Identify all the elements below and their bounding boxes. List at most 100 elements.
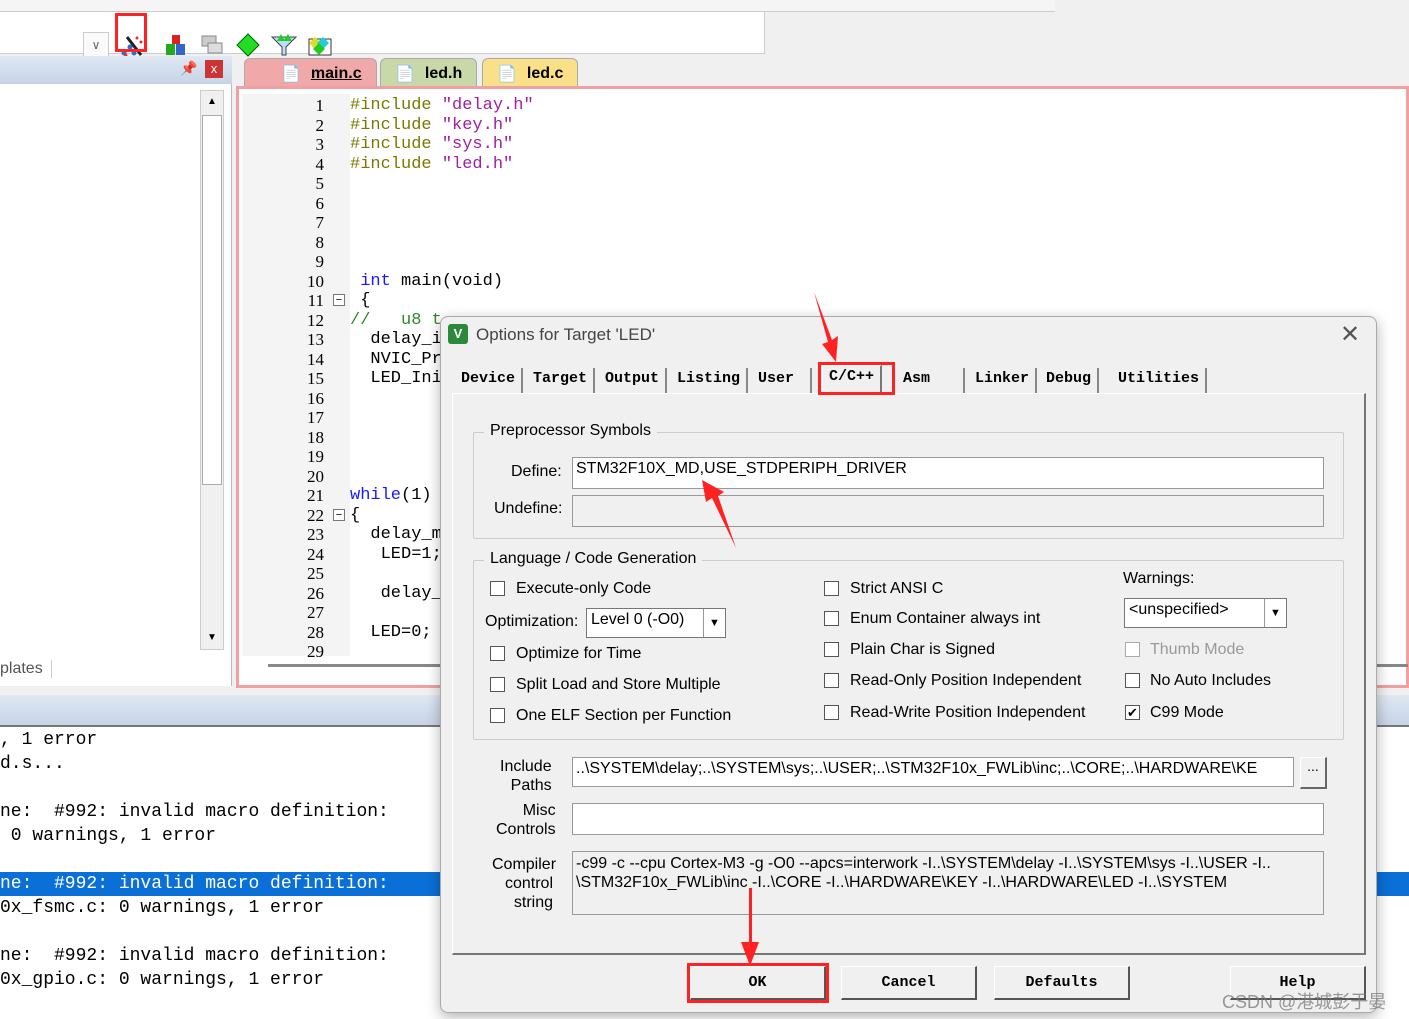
pack-installer-icon[interactable] <box>235 32 261 58</box>
tab-asm[interactable]: Asm <box>897 368 965 393</box>
watermark: CSDN @港城彭于晏 <box>1222 992 1387 1012</box>
project-scrollbar[interactable]: ▲ ▼ <box>200 90 224 650</box>
plain-char-checkbox[interactable] <box>824 642 839 657</box>
event-recorder-icon[interactable] <box>307 32 333 58</box>
line-number: 23 <box>307 525 324 544</box>
code-line: // u8 t <box>350 311 442 331</box>
code-token: int <box>350 271 391 291</box>
tab-utilities[interactable]: Utilities <box>1112 368 1208 393</box>
rwpi-label: Read-Write Position Independent <box>850 704 1086 721</box>
code-token: while <box>350 486 402 505</box>
close-icon[interactable]: ✕ <box>1340 320 1360 349</box>
code-line: { <box>350 506 360 526</box>
code-token: { <box>350 505 361 525</box>
code-line: NVIC_Pr <box>350 349 442 370</box>
file-tab-led-h[interactable]: 📄 led.h <box>380 58 478 88</box>
tab-user[interactable]: User <box>752 368 812 393</box>
code-line: #include "key.h" <box>350 116 513 136</box>
optimization-select[interactable]: Level 0 (-O0) ▼ <box>586 608 726 638</box>
annotation-arrow-icon <box>814 292 838 362</box>
include-paths-input[interactable]: ..\SYSTEM\delay;..\SYSTEM\sys;..\USER;..… <box>572 757 1294 787</box>
tab-target[interactable]: Target <box>527 368 596 393</box>
code-line: LED_Ini <box>350 369 442 389</box>
line-number: 24 <box>307 544 324 564</box>
line-number: 29 <box>307 642 324 661</box>
manage-project-items-icon[interactable] <box>163 32 189 58</box>
tab-device[interactable]: Device <box>455 368 524 393</box>
code-token: #include <box>350 154 442 174</box>
code-token: main(void) <box>390 271 504 291</box>
file-tab-led-c[interactable]: 📄 led.c <box>482 58 579 88</box>
keil-app-icon: V <box>448 324 468 344</box>
tab-listing[interactable]: Listing <box>671 368 749 393</box>
ropi-label: Read-Only Position Independent <box>850 672 1082 689</box>
select-packs-icon[interactable] <box>199 32 225 58</box>
file-tab-main-c[interactable]: 📄 main.c <box>244 58 377 88</box>
dropdown-chevron-icon[interactable]: ∨ <box>83 32 109 58</box>
line-number: 4 <box>315 154 325 174</box>
annotation-arrow-icon <box>702 480 736 548</box>
misc-controls-input[interactable] <box>572 803 1324 835</box>
code-token: LED_Ini <box>350 369 442 388</box>
code-token: delay_i <box>350 330 442 349</box>
code-token: "key.h" <box>441 115 514 135</box>
tab-debug[interactable]: Debug <box>1040 368 1100 393</box>
fold-icon[interactable]: − <box>333 508 345 521</box>
chevron-down-icon: ▼ <box>703 609 725 637</box>
code-token: NVIC_Pr <box>350 349 442 369</box>
include-paths-label: Include Paths <box>500 758 552 794</box>
code-line: { <box>350 291 370 311</box>
rwpi-checkbox[interactable] <box>824 705 839 720</box>
preprocessor-group-label: Preprocessor Symbols <box>484 422 657 440</box>
line-number: 7 <box>315 213 325 232</box>
code-token: delay_m <box>350 525 442 544</box>
line-number: 22 <box>307 505 324 525</box>
browse-include-button[interactable]: ... <box>1300 757 1327 789</box>
define-label: Define: <box>511 463 562 480</box>
file-icon: 📄 <box>395 65 415 83</box>
enum-container-checkbox[interactable] <box>824 611 839 626</box>
pin-icon[interactable]: 📌 <box>180 60 197 77</box>
tab-linker[interactable]: Linker <box>969 368 1038 393</box>
one-elf-checkbox[interactable] <box>490 708 505 723</box>
cancel-button[interactable]: Cancel <box>841 966 977 1000</box>
templates-tab[interactable]: plates <box>0 660 52 678</box>
warnings-select[interactable]: <unspecified> ▼ <box>1124 598 1287 628</box>
strict-ansi-checkbox[interactable] <box>824 581 839 596</box>
line-number: 17 <box>307 408 324 427</box>
no-auto-includes-checkbox[interactable] <box>1125 673 1140 688</box>
code-line: #include "sys.h" <box>350 135 513 155</box>
optimize-time-checkbox[interactable] <box>490 646 505 661</box>
enum-container-label: Enum Container always int <box>850 610 1041 627</box>
code-line: delay_m <box>350 525 442 545</box>
tab-output[interactable]: Output <box>599 368 668 393</box>
c99-mode-label: C99 Mode <box>1150 704 1224 721</box>
thumb-mode-label: Thumb Mode <box>1150 641 1245 658</box>
line-number: 3 <box>315 135 325 154</box>
close-pane-icon[interactable]: x <box>205 60 223 78</box>
split-load-checkbox[interactable] <box>490 677 505 692</box>
thumb-mode-checkbox[interactable] <box>1125 642 1140 657</box>
compiler-string-text: -c99 -c --cpu Cortex-M3 -g -O0 --apcs=in… <box>572 851 1324 915</box>
undefine-input[interactable] <box>572 495 1324 527</box>
line-number: 25 <box>307 564 324 583</box>
code-token: #include <box>350 115 442 135</box>
execute-only-checkbox[interactable] <box>490 581 505 596</box>
code-token: // u8 t <box>350 310 442 330</box>
fold-icon[interactable]: − <box>333 294 345 306</box>
main-toolbar <box>0 0 1055 12</box>
code-token: "sys.h" <box>441 135 514 154</box>
annotation-highlight-options <box>115 13 147 52</box>
c99-mode-checkbox[interactable]: ✔ <box>1125 705 1140 720</box>
defaults-button[interactable]: Defaults <box>994 966 1130 1000</box>
line-number: 13 <box>307 330 324 349</box>
code-token: LED=1; <box>350 544 442 564</box>
dialog-title: Options for Target 'LED' <box>476 325 656 344</box>
define-input[interactable]: STM32F10X_MD,USE_STDPERIPH_DRIVER <box>572 457 1324 489</box>
file-icon: 📄 <box>497 65 517 83</box>
line-number: 11 <box>307 291 324 310</box>
strict-ansi-label: Strict ANSI C <box>850 580 944 597</box>
ropi-checkbox[interactable] <box>824 673 839 688</box>
project-pane <box>0 56 232 686</box>
run-time-environment-icon[interactable] <box>271 32 297 58</box>
